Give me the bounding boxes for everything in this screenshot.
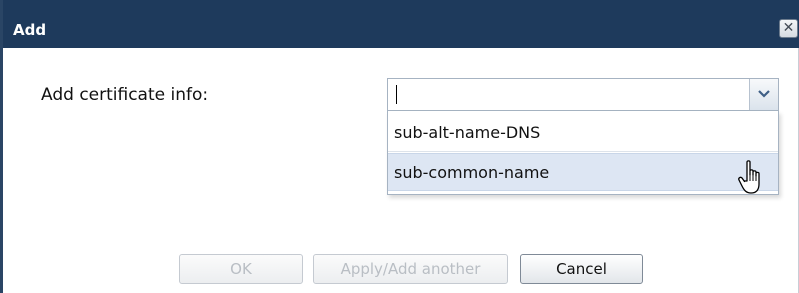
chevron-down-icon xyxy=(758,90,770,98)
dropdown-trigger-button[interactable] xyxy=(749,79,778,110)
certificate-info-input[interactable] xyxy=(388,79,748,110)
ok-button[interactable]: OK xyxy=(179,254,303,284)
close-icon: ✕ xyxy=(782,20,795,36)
certificate-info-dropdown-list: sub-alt-name-DNS sub-common-name xyxy=(387,111,779,195)
text-caret xyxy=(396,85,397,104)
certificate-info-label: Add certificate info: xyxy=(41,85,209,105)
certificate-info-combobox[interactable] xyxy=(387,78,779,111)
cancel-button[interactable]: Cancel xyxy=(520,254,643,284)
dialog-titlebar: Add ✕ xyxy=(3,0,799,48)
dropdown-option-sub-alt-name-dns[interactable]: sub-alt-name-DNS xyxy=(388,114,778,152)
dropdown-option-sub-common-name[interactable]: sub-common-name xyxy=(388,153,778,191)
dialog-title: Add xyxy=(13,21,47,39)
close-button[interactable]: ✕ xyxy=(779,19,798,38)
add-dialog: Add ✕ Add certificate info: sub-alt-name… xyxy=(0,0,799,293)
apply-add-another-button[interactable]: Apply/Add another xyxy=(313,254,508,284)
hand-pointer-cursor-icon xyxy=(738,160,760,194)
